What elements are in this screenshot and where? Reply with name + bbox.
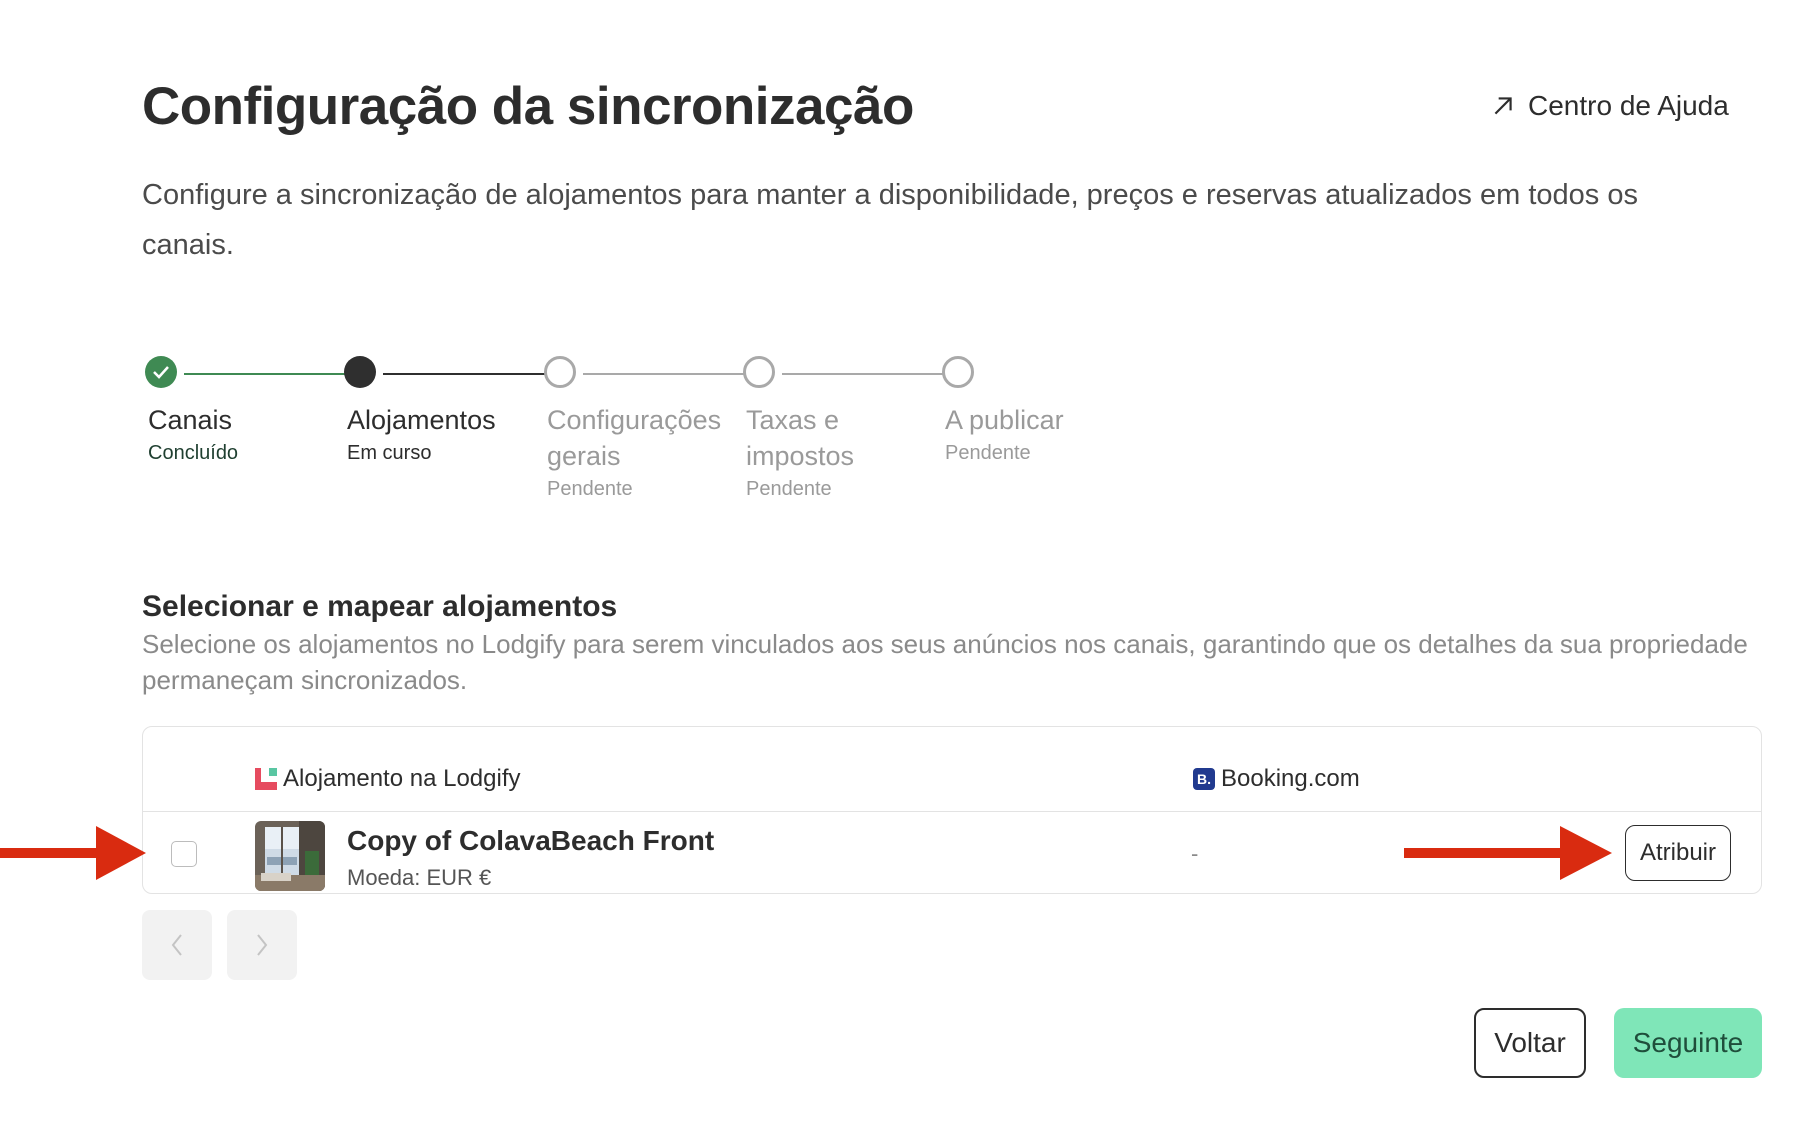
- check-icon: [153, 366, 169, 379]
- back-button[interactable]: Voltar: [1474, 1008, 1586, 1078]
- step-status: Pendente: [945, 442, 1031, 464]
- table-header: Alojamento na Lodgify B. Booking.com: [143, 727, 1761, 812]
- step-current-indicator: [344, 356, 376, 388]
- property-currency: Moeda: EUR €: [347, 865, 492, 890]
- column-header-lodgify: Alojamento na Lodgify: [255, 765, 521, 793]
- property-thumbnail: [255, 821, 325, 891]
- step-status: Pendente: [547, 478, 633, 500]
- next-button[interactable]: Seguinte: [1614, 1008, 1762, 1078]
- external-link-icon: [1494, 97, 1512, 115]
- booking-mapping-value: -: [1191, 841, 1199, 866]
- step-label: Taxas e impostos Pendente: [746, 402, 946, 502]
- step-status: Pendente: [746, 478, 832, 500]
- column-header-label: Alojamento na Lodgify: [283, 765, 521, 792]
- step-connector: [583, 373, 761, 375]
- annotation-arrow-right: [1404, 826, 1612, 880]
- page-title: Configuração da sincronização: [142, 77, 914, 136]
- step-title: Alojamentos: [347, 405, 496, 435]
- lodgify-logo-icon: [255, 768, 277, 790]
- row-select-checkbox[interactable]: [171, 841, 197, 867]
- step-status: Em curso: [347, 442, 432, 464]
- step-title: Canais: [148, 405, 233, 435]
- step-connector: [383, 373, 561, 375]
- step-pending-indicator: [743, 356, 775, 388]
- property-name: Copy of ColavaBeach Front: [347, 825, 715, 856]
- pagination-next-button[interactable]: [227, 910, 297, 980]
- step-connector: [782, 373, 960, 375]
- step-title: Taxas e impostos: [746, 405, 855, 471]
- step-label: Canais Concluído: [148, 402, 348, 466]
- annotation-arrow-left: [0, 826, 146, 880]
- section-title: Selecionar e mapear alojamentos: [142, 590, 618, 623]
- step-connector: [184, 373, 362, 375]
- help-center-label: Centro de Ajuda: [1528, 90, 1729, 121]
- intro-text: Configure a sincronização de alojamentos…: [142, 179, 1638, 261]
- step-label: Alojamentos Em curso: [347, 402, 547, 466]
- step-title: A publicar: [945, 405, 1064, 435]
- progress-stepper: Canais Concluído Alojamentos Em curso Co…: [142, 356, 1242, 506]
- booking-logo-icon: B.: [1193, 768, 1215, 790]
- column-header-label: Booking.com: [1221, 765, 1360, 792]
- assign-button[interactable]: Atribuir: [1625, 825, 1731, 881]
- column-header-booking: B. Booking.com: [1193, 765, 1360, 793]
- step-label: Configurações gerais Pendente: [547, 402, 721, 502]
- step-status: Concluído: [148, 442, 239, 464]
- step-label: A publicar Pendente: [945, 402, 1145, 466]
- pagination-prev-button[interactable]: [142, 910, 212, 980]
- step-title: Configurações gerais: [547, 405, 722, 471]
- section-description: Selecione os alojamentos no Lodgify para…: [142, 629, 1748, 695]
- step-pending-indicator: [942, 356, 974, 388]
- chevron-left-icon: [171, 934, 182, 956]
- step-completed-indicator: [145, 356, 177, 388]
- help-center-link[interactable]: Centro de Ajuda: [1490, 90, 1729, 122]
- chevron-right-icon: [257, 934, 268, 956]
- step-pending-indicator: [544, 356, 576, 388]
